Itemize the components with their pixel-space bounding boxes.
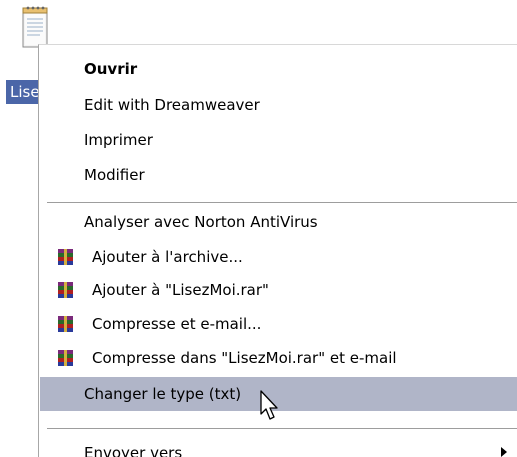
menu-item-label: Ajouter à "LisezMoi.rar" [92, 280, 269, 299]
menu-item-compress-rar-email[interactable]: Compresse dans "LisezMoi.rar" et e-mail [40, 342, 517, 373]
menu-item-label: Edit with Dreamweaver [84, 95, 260, 114]
menu-item-label: Imprimer [84, 130, 153, 149]
menu-item-label: Envoyer vers [84, 443, 183, 457]
menu-item-add-archive[interactable]: Ajouter à l'archive... [40, 241, 517, 272]
menu-item-edit-dreamweaver[interactable]: Edit with Dreamweaver [40, 89, 517, 120]
winrar-icon [58, 316, 73, 332]
winrar-icon [58, 249, 73, 265]
winrar-icon [58, 282, 73, 298]
menu-item-label: Analyser avec Norton AntiVirus [84, 212, 318, 231]
menu-item-label: Compresse et e-mail... [92, 314, 262, 333]
menu-item-label: Changer le type (txt) [84, 385, 242, 403]
menu-item-print[interactable]: Imprimer [40, 124, 517, 155]
mouse-cursor-icon [260, 390, 278, 420]
menu-item-modify[interactable]: Modifier [40, 159, 517, 190]
menu-item-label: Ajouter à l'archive... [92, 247, 243, 266]
menu-item-add-to-rar[interactable]: Ajouter à "LisezMoi.rar" [40, 274, 517, 305]
menu-item-label: Modifier [84, 165, 145, 184]
winrar-icon [58, 350, 73, 366]
menu-separator [47, 428, 517, 429]
menu-item-open[interactable]: Ouvrir [40, 53, 517, 84]
submenu-arrow-icon [501, 447, 507, 457]
menu-item-norton-scan[interactable]: Analyser avec Norton AntiVirus [40, 206, 517, 237]
desktop: Lisez Ouvrir Edit with Dreamweaver Impri… [0, 0, 517, 457]
menu-item-label: Compresse dans "LisezMoi.rar" et e-mail [92, 348, 397, 367]
menu-separator [47, 202, 517, 203]
menu-item-send-to[interactable]: Envoyer vers [40, 437, 517, 457]
menu-item-label: Ouvrir [84, 59, 138, 78]
menu-item-compress-email[interactable]: Compresse et e-mail... [40, 308, 517, 339]
